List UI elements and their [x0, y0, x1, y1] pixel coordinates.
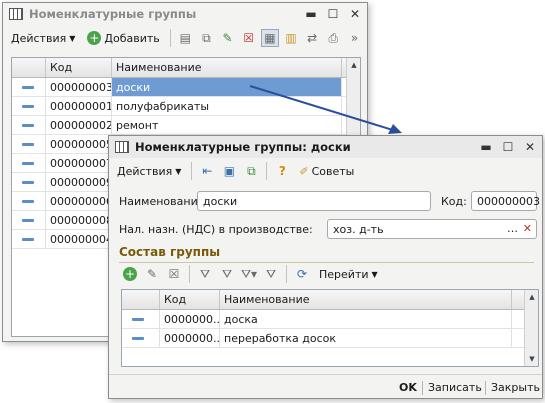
- close-icon[interactable]: ✕: [522, 139, 538, 155]
- close-button[interactable]: Закрыть: [491, 381, 540, 394]
- group-window-title: Номенклатурные группы: доски: [135, 140, 351, 154]
- footer-separator: [485, 381, 486, 395]
- maximize-icon[interactable]: ☐: [500, 139, 516, 155]
- name-column-header[interactable]: Наименование: [220, 290, 512, 309]
- icon-column-header[interactable]: [122, 290, 160, 309]
- help-icon[interactable]: ?: [273, 162, 291, 180]
- scroll-down-icon[interactable]: ▼: [525, 352, 538, 366]
- group-window-icon: [115, 141, 129, 153]
- edit-icon[interactable]: ✎: [143, 265, 161, 283]
- chevron-down-icon: ▼: [371, 269, 378, 279]
- minimize-icon[interactable]: ▬: [478, 139, 494, 155]
- save-close-icon[interactable]: ⇤: [198, 162, 216, 180]
- vat-input[interactable]: хоз. д-ть … ✕: [327, 219, 537, 239]
- goto-label: Перейти: [319, 267, 369, 281]
- filter-value-icon[interactable]: ⛛: [218, 265, 236, 283]
- name-label: Наименование:: [119, 195, 209, 208]
- table-row[interactable]: 0000000... переработка досок: [122, 329, 538, 348]
- filter-menu-icon[interactable]: ⛛▾: [240, 265, 258, 283]
- code-input[interactable]: 000000003: [471, 191, 540, 211]
- actions-label: Действия: [117, 164, 173, 178]
- name-cell: доска: [220, 310, 512, 328]
- toolbar-divider: [189, 265, 190, 283]
- group-window-titlebar[interactable]: Номенклатурные группы: доски ▬ ☐ ✕: [109, 136, 542, 158]
- tips-icon: ✐: [299, 164, 309, 178]
- toolbar-divider: [266, 162, 268, 180]
- goto-menu[interactable]: Перейти ▼: [315, 266, 382, 283]
- save-icon[interactable]: ▣: [220, 162, 238, 180]
- save-button[interactable]: Записать: [428, 381, 482, 394]
- refresh-icon[interactable]: ⟳: [293, 265, 311, 283]
- ok-button[interactable]: OK: [399, 381, 417, 394]
- name-input[interactable]: доски: [197, 191, 431, 211]
- code-cell: 0000000...: [160, 310, 220, 328]
- tips-label: Советы: [311, 164, 355, 178]
- item-icon: [132, 317, 144, 321]
- toolbar-divider: [191, 162, 193, 180]
- table-row[interactable]: 0000000... доска: [122, 310, 538, 329]
- group-table-header: Код Наименование: [122, 290, 538, 310]
- copy-icon[interactable]: ⧉: [242, 162, 260, 180]
- group-section-title: Состав группы: [119, 245, 221, 259]
- code-label: Код:: [441, 195, 467, 208]
- code-cell: 0000000...: [160, 329, 220, 347]
- group-toolbar: Действия ▼ ⇤ ▣ ⧉ ? ✐ Советы: [113, 160, 538, 182]
- vat-value: хоз. д-ть: [333, 222, 384, 236]
- delete-icon[interactable]: ☒: [165, 265, 183, 283]
- chevron-down-icon: ▼: [175, 166, 182, 176]
- row-icon-cell: [122, 310, 160, 328]
- item-icon: [132, 336, 144, 340]
- clear-icon[interactable]: ✕: [523, 222, 532, 235]
- toolbar-divider: [286, 265, 287, 283]
- vat-label: Нал. назн. (НДС) в производстве:: [119, 223, 313, 236]
- select-icon[interactable]: …: [507, 222, 518, 235]
- row-icon-cell: [122, 329, 160, 347]
- filter-icon[interactable]: ⛛: [196, 265, 214, 283]
- actions-menu[interactable]: Действия ▼: [113, 163, 185, 180]
- group-window: Номенклатурные группы: доски ▬ ☐ ✕ Дейст…: [108, 135, 543, 399]
- add-icon[interactable]: +: [121, 265, 139, 283]
- group-table: Код Наименование 0000000... доска 0000000.…: [121, 289, 539, 367]
- tips-button[interactable]: ✐ Советы: [295, 163, 358, 180]
- code-column-header[interactable]: Код: [160, 290, 220, 309]
- footer-separator: [422, 381, 423, 395]
- group-table-toolbar: + ✎ ☒ ⛛ ⛛ ⛛▾ ⛛ ⟳ Перейти ▼: [121, 263, 538, 285]
- name-cell: переработка досок: [220, 329, 512, 347]
- group-table-scrollbar[interactable]: ▲ ▼: [524, 290, 538, 366]
- footer-divider: [109, 374, 542, 375]
- scroll-up-icon[interactable]: ▲: [525, 290, 538, 304]
- clear-filter-icon[interactable]: ⛛: [262, 265, 280, 283]
